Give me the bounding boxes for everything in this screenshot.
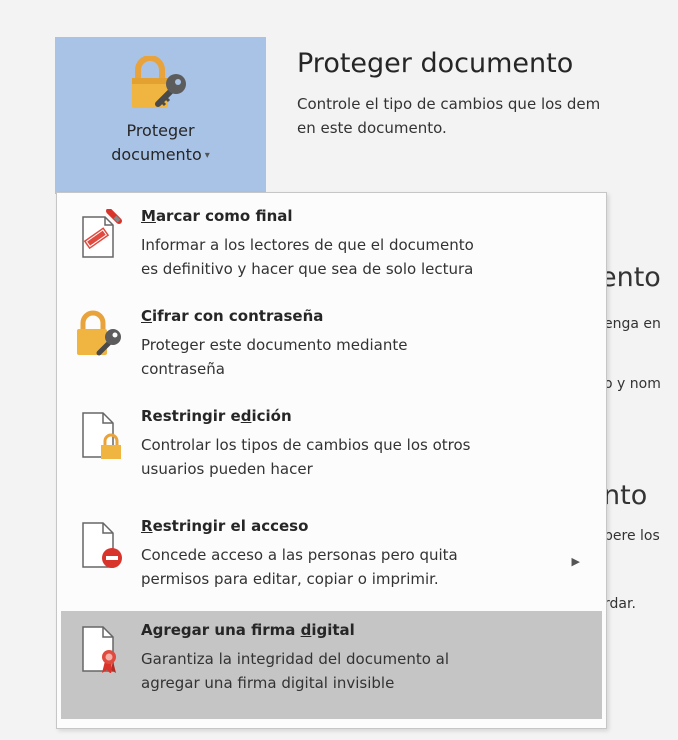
description-line: Controle el tipo de cambios que los dem xyxy=(297,95,601,113)
menu-item-title: Restringir edición xyxy=(141,407,292,425)
menu-item-add-digital-signature[interactable]: Agregar una firma digital Garantiza la i… xyxy=(61,611,602,719)
protect-document-menu: Marcar como final Informar a los lectore… xyxy=(56,192,607,729)
document-signature-icon xyxy=(79,623,125,674)
menu-item-restrict-access[interactable]: Restringir el acceso Concede acceso a la… xyxy=(61,507,602,607)
protect-document-label: Proteger documento ▾ xyxy=(55,119,266,168)
chevron-down-icon: ▾ xyxy=(204,149,210,161)
mark-final-icon xyxy=(79,208,125,259)
menu-item-description: Garantiza la integridad del documento al… xyxy=(141,650,450,692)
menu-item-title: Marcar como final xyxy=(141,207,293,225)
menu-item-title: Agregar una firma digital xyxy=(141,621,355,639)
label-line: Proteger xyxy=(126,121,195,140)
chevron-right-icon: ▶ xyxy=(571,555,580,568)
section-description: Controle el tipo de cambios que los dem … xyxy=(297,92,600,140)
label-line: documento xyxy=(111,145,202,164)
section-title-fragment: nto xyxy=(603,480,648,511)
document-restrict-icon xyxy=(79,519,125,569)
section-text-fragment: rdar. xyxy=(604,596,636,612)
section-text-fragment: pere los xyxy=(604,528,660,544)
menu-item-mark-as-final[interactable]: Marcar como final Informar a los lectore… xyxy=(61,197,602,293)
menu-item-description: Proteger este documento mediante contras… xyxy=(141,336,408,378)
section-text-fragment: o y nom xyxy=(604,376,661,392)
menu-item-title: Restringir el acceso xyxy=(141,517,309,535)
menu-item-description: Controlar los tipos de cambios que los o… xyxy=(141,436,471,478)
description-line: en este documento. xyxy=(297,119,447,137)
section-title: Proteger documento xyxy=(297,48,574,79)
menu-item-restrict-editing[interactable]: Restringir edición Controlar los tipos d… xyxy=(61,397,602,493)
section-title-fragment: ento xyxy=(600,262,661,293)
backstage-panel: ento enga en o y nom nto pere los rdar. … xyxy=(0,0,678,740)
lock-key-icon xyxy=(128,55,192,118)
menu-item-description: Informar a los lectores de que el docume… xyxy=(141,236,474,278)
menu-item-description: Concede acceso a las personas pero quita… xyxy=(141,546,458,588)
protect-document-button[interactable]: Proteger documento ▾ xyxy=(55,37,266,194)
menu-item-encrypt-with-password[interactable]: Cifrar con contraseña Proteger este docu… xyxy=(61,297,602,393)
lock-key-icon xyxy=(75,309,121,359)
menu-item-title: Cifrar con contraseña xyxy=(141,307,324,325)
document-lock-icon xyxy=(79,409,125,459)
section-text-fragment: enga en xyxy=(604,316,661,332)
